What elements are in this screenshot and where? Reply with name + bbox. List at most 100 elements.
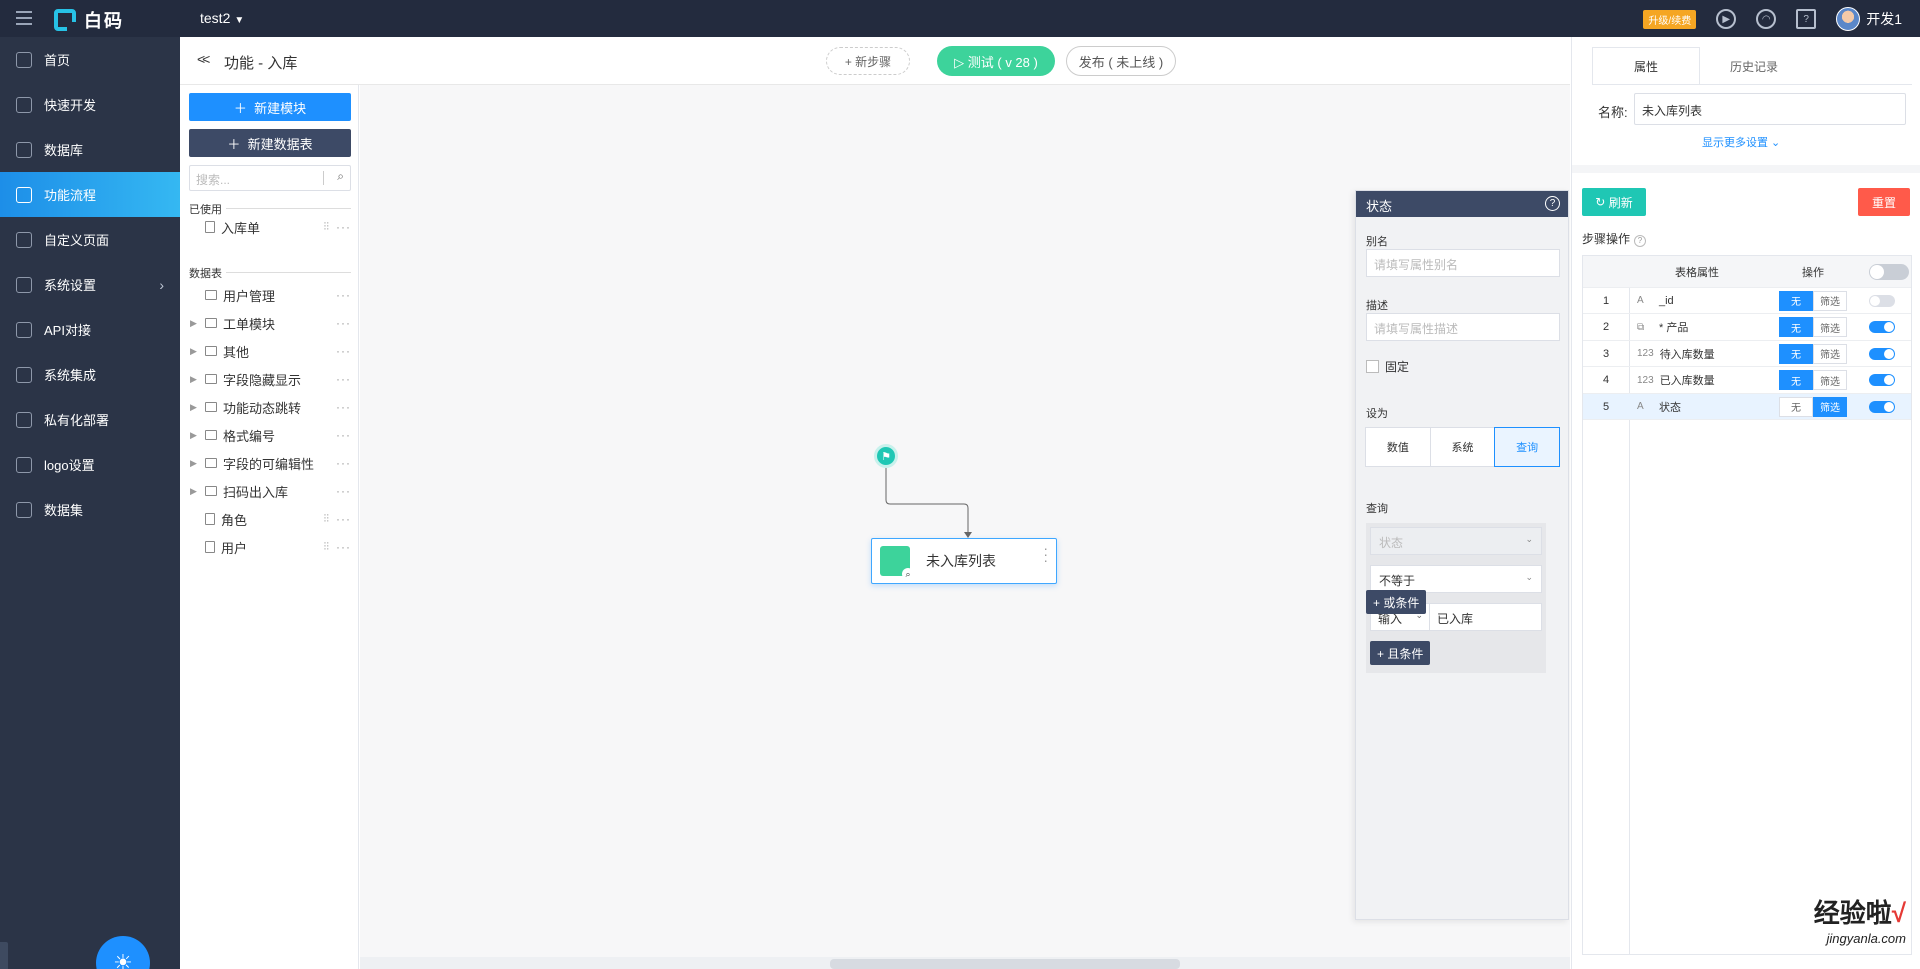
table-tree-item[interactable]: ▶ 字段的可编辑性 ··· <box>180 449 359 477</box>
used-item[interactable]: 入库单 ⫶⫶ ··· <box>180 213 359 241</box>
sidebar-item-6[interactable]: API对接 <box>0 307 180 352</box>
more-icon[interactable]: ··· <box>336 428 351 442</box>
settings-sliders-icon[interactable]: ⫶⫶ <box>324 541 330 554</box>
settings-sliders-icon[interactable]: ⫶⫶ <box>324 513 330 526</box>
sidebar-item-3[interactable]: 功能流程 <box>0 172 180 217</box>
new-table-button[interactable]: ＋ 新建数据表 <box>189 129 351 157</box>
search-icon[interactable]: ⌕ <box>337 169 344 184</box>
collapse-left-icon[interactable]: << <box>197 51 210 67</box>
more-icon[interactable]: ··· <box>336 400 351 414</box>
query-operator-select[interactable]: 不等于 ⌄ <box>1370 565 1542 593</box>
and-condition-button[interactable]: + 且条件 <box>1370 641 1431 665</box>
caret-right-icon[interactable]: ▶ <box>190 486 199 497</box>
table-tree-item[interactable]: ▶ 格式编号 ··· <box>180 421 359 449</box>
checkbox-box[interactable] <box>1366 360 1379 373</box>
tab-1[interactable]: 历史记录 <box>1700 47 1808 85</box>
query-value-input[interactable]: 已入库 <box>1430 603 1542 631</box>
node-more-icon[interactable]: · · · <box>1043 541 1048 567</box>
table-row[interactable]: 3 123 待入库数量无筛选 <box>1583 341 1911 367</box>
play-icon[interactable]: ▶ <box>1716 9 1737 29</box>
app-logo[interactable]: 白码 <box>54 7 124 33</box>
more-icon[interactable]: ··· <box>336 456 351 470</box>
more-icon[interactable]: ··· <box>336 288 351 302</box>
fixed-checkbox[interactable]: 固定 <box>1366 358 1409 375</box>
table-tree-item[interactable]: ▶ 工单模块 ··· <box>180 309 359 337</box>
query-field-select[interactable]: 状态 ⌄ <box>1370 527 1542 555</box>
more-icon[interactable]: ··· <box>336 220 351 234</box>
more-icon[interactable]: ··· <box>336 316 351 330</box>
op-filter-button[interactable]: 筛选 <box>1813 396 1847 417</box>
help-icon[interactable]: ? <box>1796 9 1817 29</box>
help-circle-icon[interactable]: ? <box>1545 196 1560 211</box>
tab-0[interactable]: 属性 <box>1592 47 1700 85</box>
toggle-all-switch[interactable] <box>1869 263 1909 280</box>
headset-icon[interactable]: ◠ <box>1756 9 1777 29</box>
sidebar-item-8[interactable]: 私有化部署 <box>0 397 180 442</box>
refresh-button[interactable]: ↻ 刷新 <box>1582 188 1646 216</box>
desc-input[interactable]: 请填写属性描述 <box>1366 313 1560 341</box>
sidebar-item-2[interactable]: 数据库 <box>0 127 180 172</box>
op-none-button[interactable]: 无 <box>1779 343 1813 364</box>
caret-right-icon[interactable]: ▶ <box>190 318 199 329</box>
op-none-button[interactable]: 无 <box>1779 317 1813 337</box>
caret-right-icon[interactable]: ▶ <box>190 346 199 357</box>
more-icon[interactable]: ··· <box>336 372 351 386</box>
table-row[interactable]: 1 A _id 无筛选 <box>1583 288 1911 314</box>
name-input[interactable]: 未入库列表 <box>1634 93 1906 125</box>
table-row[interactable]: 4 123 已入库数量无筛选 <box>1583 368 1911 394</box>
module-search-input[interactable]: 搜索... ⌕ <box>189 165 351 191</box>
row-toggle-switch[interactable] <box>1869 294 1895 307</box>
settings-sliders-icon[interactable]: ⫶⫶ <box>324 221 330 234</box>
op-filter-button[interactable]: 筛选 <box>1813 370 1847 390</box>
table-tree-item[interactable]: ▶ 字段隐藏显示 ··· <box>180 365 359 393</box>
sidebar-edge-handle[interactable] <box>0 942 8 969</box>
or-condition-button[interactable]: + 或条件 <box>1366 590 1427 614</box>
table-row[interactable]: 2 ⧉ * 产品无筛选 <box>1583 315 1911 341</box>
sidebar-item-1[interactable]: 快速开发 <box>0 82 180 127</box>
user-menu[interactable]: 开发1 <box>1836 7 1902 31</box>
canvas-scrollbar[interactable] <box>360 957 1570 969</box>
set-as-option[interactable]: 查询 <box>1494 427 1561 467</box>
caret-right-icon[interactable]: ▶ <box>190 458 199 469</box>
scrollbar-thumb[interactable] <box>830 959 1180 969</box>
sidebar-item-10[interactable]: 数据集 <box>0 487 180 532</box>
row-toggle-switch[interactable] <box>1869 374 1895 386</box>
table-tree-item[interactable]: ▶ 功能动态跳转 ··· <box>180 393 359 421</box>
flow-node-unstocked-list[interactable]: ⌕ 未入库列表 · · · <box>871 538 1057 584</box>
set-as-option[interactable]: 系统 <box>1429 427 1496 467</box>
table-tree-item[interactable]: 用户管理 ··· <box>180 281 359 309</box>
sidebar-item-0[interactable]: 首页 <box>0 37 180 82</box>
start-flag-icon[interactable]: ⚑ <box>874 444 898 468</box>
sidebar-item-4[interactable]: 自定义页面 <box>0 217 180 262</box>
project-switcher[interactable]: test2 ▼ <box>200 10 244 26</box>
op-filter-button[interactable]: 筛选 <box>1813 317 1847 337</box>
row-toggle-switch[interactable] <box>1869 400 1895 413</box>
table-tree-item[interactable]: 角色 ⫶⫶ ··· <box>180 505 359 533</box>
row-toggle-switch[interactable] <box>1869 321 1895 333</box>
table-tree-item[interactable]: 用户 ⫶⫶ ··· <box>180 533 359 561</box>
caret-right-icon[interactable]: ▶ <box>190 430 199 441</box>
new-module-button[interactable]: ＋ 新建模块 <box>189 93 351 121</box>
table-tree-item[interactable]: ▶ 其他 ··· <box>180 337 359 365</box>
op-none-button[interactable]: 无 <box>1779 370 1813 390</box>
menu-toggle-icon[interactable] <box>16 11 32 25</box>
lightbulb-icon[interactable]: ☀ <box>96 936 150 969</box>
sidebar-item-9[interactable]: logo设置 <box>0 442 180 487</box>
op-filter-button[interactable]: 筛选 <box>1813 343 1847 364</box>
table-tree-item[interactable]: ▶ 扫码出入库 ··· <box>180 477 359 505</box>
table-row[interactable]: 5 A 状态无筛选 <box>1583 394 1911 420</box>
upgrade-badge[interactable]: 升级/续费 <box>1643 9 1697 29</box>
row-toggle-switch[interactable] <box>1869 347 1895 360</box>
test-button[interactable]: ▷ 测试 ( v 28 ) <box>937 46 1055 76</box>
show-more-settings-link[interactable]: 显示更多设置 ⌄ <box>1702 134 1780 150</box>
more-icon[interactable]: ··· <box>336 344 351 358</box>
new-step-button[interactable]: + 新步骤 <box>826 47 910 75</box>
reset-button[interactable]: 重置 <box>1858 188 1910 216</box>
set-as-option[interactable]: 数值 <box>1365 427 1431 467</box>
caret-right-icon[interactable]: ▶ <box>190 374 199 385</box>
more-icon[interactable]: ··· <box>336 540 351 554</box>
publish-button[interactable]: 发布 ( 未上线 ) <box>1066 46 1176 76</box>
op-none-button[interactable]: 无 <box>1779 396 1813 417</box>
caret-right-icon[interactable]: ▶ <box>190 402 199 413</box>
more-icon[interactable]: ··· <box>336 484 351 498</box>
